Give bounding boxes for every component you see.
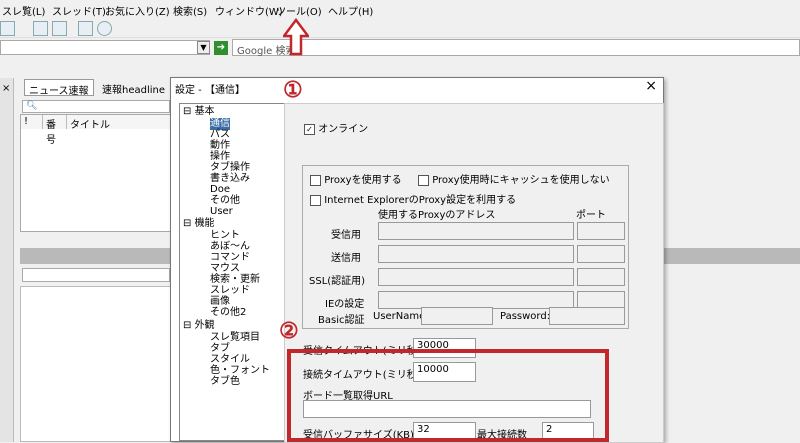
thread-list: ! 番号 タイトル [20,114,173,232]
use-proxy-checkbox[interactable]: Proxyを使用する [310,171,402,186]
no-cache-checkbox[interactable]: Proxy使用時にキャッシュを使用しない [418,171,610,186]
online-checkbox[interactable]: ✓ オンライン [304,120,368,135]
tree-group-basic[interactable]: ⊟ 基本 [183,106,215,118]
close-icon[interactable]: × [2,83,10,94]
grid-icon[interactable] [78,21,93,36]
basic-auth-label: Basic認証 [318,315,365,326]
dialog-title: 設定 - 【通信】 [175,85,245,96]
annotation-one: ① [283,77,303,103]
annotation-two: ② [279,318,299,344]
address-combo[interactable] [0,40,210,55]
search-icon[interactable] [52,21,67,36]
proxy-row-label: 受信用 [331,230,361,241]
tree-item[interactable]: タブ色 [210,376,240,388]
recv-proxy-address[interactable] [378,222,574,240]
col-flag[interactable]: ! [21,115,43,129]
lower-search-box[interactable] [22,268,170,282]
proxy-row-label: SSL(認証用) [309,276,366,287]
tab-headline[interactable]: 速報headline [98,79,169,96]
filter-box[interactable]: 🔍︎ [22,100,170,113]
tree-group-features[interactable]: ⊟ 機能 [183,218,215,230]
ssl-proxy-address[interactable] [378,268,574,286]
recv-proxy-port[interactable] [577,222,625,240]
help-icon[interactable] [97,21,112,36]
proxy-group: Proxyを使用する Proxy使用時にキャッシュを使用しない Internet… [302,165,629,329]
use-ie-proxy-checkbox[interactable]: Internet ExplorerのProxy設定を利用する [310,191,516,206]
google-search-box[interactable]: Google 検索 [232,39,800,57]
menu-favorites[interactable]: お気に入り(Z) [105,3,170,18]
proxy-port-header: ポート [576,210,606,221]
menu-help[interactable]: ヘルプ(H) [328,3,373,18]
go-arrow-icon[interactable]: ➔ [214,41,228,55]
toolbar [0,18,800,38]
tree-group-appearance[interactable]: ⊟ 外観 [183,320,215,332]
menu-search[interactable]: 検索(S) [173,3,207,18]
toolbar-icon[interactable] [0,21,15,36]
search-icon: 🔍︎ [26,101,38,111]
send-proxy-port[interactable] [577,245,625,263]
left-pane [0,78,14,442]
lower-pane [20,286,172,442]
password-label: Password: [500,311,551,322]
menu-bar: スレ覧(L) スレッド(T) お気に入り(Z) 検索(S) ウィンドウ(W) ツ… [0,0,800,18]
col-number[interactable]: 番号 [43,115,67,146]
proxy-row-label: 送信用 [331,253,361,264]
col-title[interactable]: タイトル [67,115,173,131]
menu-window[interactable]: ウィンドウ(W) [215,3,283,18]
up-arrow-annotation [283,18,309,56]
password-field[interactable] [549,307,625,325]
menu-tools[interactable]: ツール(O) [276,3,322,18]
chevron-down-icon[interactable]: ▼ [197,41,210,54]
message-icon[interactable] [33,21,48,36]
proxy-row-label: IEの設定 [325,299,365,310]
settings-tree: ⊟ 基本 通信 パス 動作 操作 タブ操作 書き込み Doe その他 User … [179,103,285,441]
tree-item[interactable]: その他2 [210,307,246,319]
tab-bar: ニュース速報 速報headline [20,79,172,97]
menu-thread-list[interactable]: スレ覧(L) [2,3,45,18]
tab-news[interactable]: ニュース速報 [24,79,94,97]
highlight-box [287,349,609,442]
ssl-proxy-port[interactable] [577,268,625,286]
proxy-address-header: 使用するProxyのアドレス [378,210,496,221]
send-proxy-address[interactable] [378,245,574,263]
menu-thread[interactable]: スレッド(T) [52,3,106,18]
username-field[interactable] [421,307,493,325]
tree-item[interactable]: User [210,206,233,218]
close-icon[interactable]: × [645,78,657,94]
